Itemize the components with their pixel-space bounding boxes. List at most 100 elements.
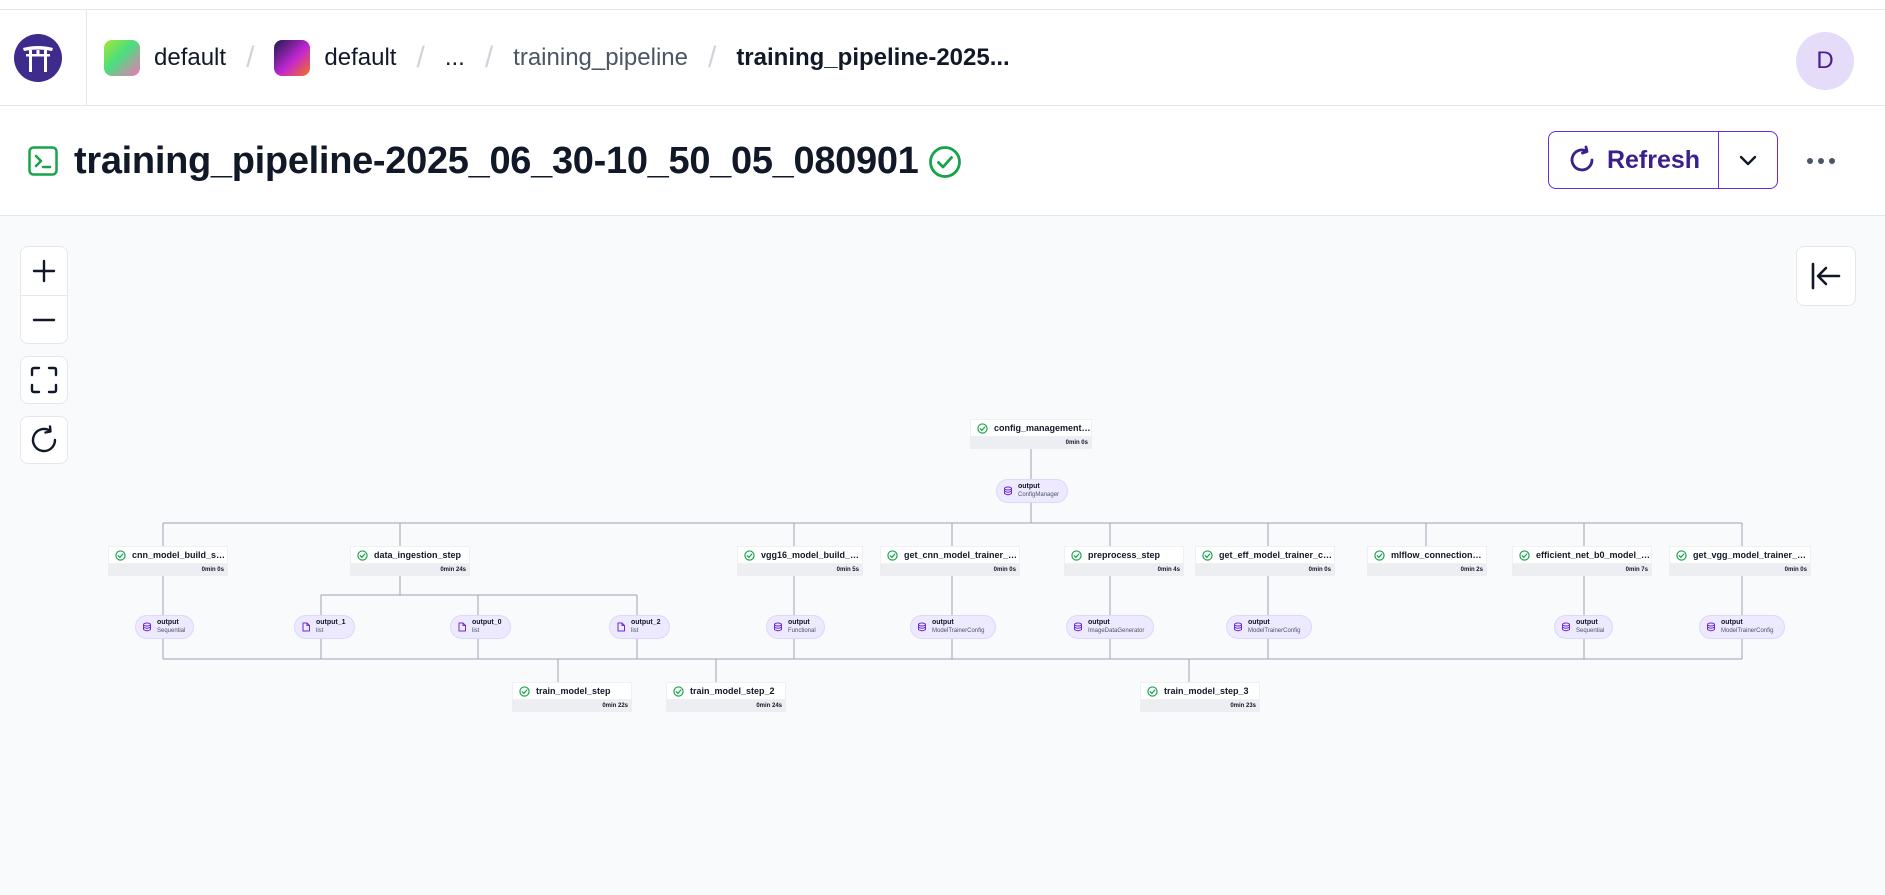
artifact-node-a_pre[interactable]: output ImageDataGenerator xyxy=(1066,615,1154,639)
app-header: default / default / ... / training_pipel… xyxy=(0,10,1885,106)
artifact-type: Sequential xyxy=(1576,628,1605,634)
step-node-geteff[interactable]: get_eff_model_trainer_config... 0min 0s xyxy=(1195,546,1335,576)
artifact-type: list xyxy=(472,628,480,634)
status-completed-icon xyxy=(977,422,988,434)
user-avatar[interactable]: D xyxy=(1796,32,1854,90)
more-dots-icon xyxy=(1807,158,1835,164)
artifact-type: list xyxy=(631,628,639,634)
database-icon xyxy=(1707,622,1715,632)
database-icon xyxy=(1074,622,1082,632)
refresh-button[interactable]: Refresh xyxy=(1549,132,1719,188)
breadcrumb-label: default xyxy=(154,44,227,71)
status-completed-icon xyxy=(357,549,368,561)
step-name: train_model_step xyxy=(536,686,611,696)
zoom-out-button[interactable] xyxy=(21,295,67,344)
artifact-type: Sequential xyxy=(157,628,186,634)
database-icon xyxy=(1234,622,1242,632)
artifact-name: output xyxy=(788,619,810,626)
artifact-type: ConfigManager xyxy=(1018,492,1060,498)
database-icon xyxy=(918,622,926,632)
breadcrumb-pipeline[interactable]: training_pipeline xyxy=(513,44,688,72)
artifact-node-a_o2[interactable]: output_2 list xyxy=(609,615,670,639)
status-completed-icon xyxy=(929,146,961,178)
step-duration: 0min 0s xyxy=(880,564,1020,576)
step-name: data_ingestion_step xyxy=(374,550,462,560)
page-title: training_pipeline-2025_06_30-10_50_05_08… xyxy=(74,140,919,182)
step-duration: 0min 5s xyxy=(737,564,863,576)
dag-canvas[interactable]: config_management_step0min 0s cnn_model_b… xyxy=(0,216,1885,895)
step-duration: 0min 2s xyxy=(1367,564,1487,576)
status-completed-icon xyxy=(1676,549,1687,561)
fit-view-button[interactable] xyxy=(20,356,68,404)
step-duration: 0min 22s xyxy=(512,700,632,712)
fullscreen-icon xyxy=(30,366,58,394)
artifact-node-a_cnn[interactable]: output Sequential xyxy=(135,615,195,639)
artifact-node-a_getvgg[interactable]: output ModelTrainerConfig xyxy=(1699,615,1785,639)
artifact-node-a_cfg[interactable]: output ConfigManager xyxy=(996,479,1069,503)
artifact-type: ModelTrainerConfig xyxy=(1248,628,1301,634)
project-icon xyxy=(274,40,311,76)
run-title-bar: training_pipeline-2025_06_30-10_50_05_08… xyxy=(0,106,1885,216)
artifact-type: ModelTrainerConfig xyxy=(932,628,985,634)
step-node-cnn[interactable]: cnn_model_build_step 0min 0s xyxy=(108,546,228,576)
artifact-name: output xyxy=(1018,483,1040,490)
step-name: get_cnn_model_trainer_confi... xyxy=(904,550,1019,560)
artifact-type: Functional xyxy=(788,628,816,634)
terminal-icon xyxy=(28,146,58,176)
step-duration: 0min 0s xyxy=(108,564,228,576)
artifact-type: ModelTrainerConfig xyxy=(1721,628,1774,634)
status-completed-icon xyxy=(887,549,898,561)
database-icon xyxy=(1562,622,1570,632)
arrow-left-to-line-icon xyxy=(1811,262,1841,290)
artifact-node-a_geteff[interactable]: output ModelTrainerConfig xyxy=(1226,615,1312,639)
status-completed-icon xyxy=(673,685,684,697)
step-node-t1[interactable]: train_model_step 0min 22s xyxy=(512,682,632,712)
step-node-eff[interactable]: efficient_net_b0_model_build... 0min 7s xyxy=(1512,546,1652,576)
artifact-node-a_o1[interactable]: output_1list xyxy=(294,615,355,639)
more-options-button[interactable] xyxy=(1806,146,1836,176)
artifact-node-a_o0[interactable]: output_0 list xyxy=(450,615,511,639)
artifact-type: list xyxy=(316,628,324,634)
status-completed-icon xyxy=(1519,549,1530,561)
step-node-mlflow[interactable]: mlflow_connection_step 0min 2s xyxy=(1367,546,1487,576)
workspace-icon xyxy=(104,40,140,76)
artifact-name: output xyxy=(1721,619,1743,626)
status-completed-icon xyxy=(1202,549,1213,561)
breadcrumb-workspace[interactable]: default xyxy=(104,40,226,76)
step-name: efficient_net_b0_model_build... xyxy=(1536,550,1651,560)
artifact-node-a_vgg[interactable]: output Functional xyxy=(766,615,825,639)
breadcrumb-ellipsis[interactable]: ... xyxy=(445,44,465,72)
step-node-vgg[interactable]: vgg16_model_build_step 0min 5s xyxy=(737,546,863,576)
logo-cell xyxy=(0,10,87,105)
status-completed-icon xyxy=(519,685,530,697)
step-node-t3[interactable]: train_model_step_3 0min 23s xyxy=(1140,682,1260,712)
step-node-getcnn[interactable]: get_cnn_model_trainer_confi... 0min 0s xyxy=(880,546,1020,576)
reset-layout-button[interactable] xyxy=(20,416,68,464)
status-completed-icon xyxy=(115,549,126,561)
artifact-node-a_eff[interactable]: output Sequential xyxy=(1554,615,1614,639)
breadcrumb-project[interactable]: default xyxy=(274,40,396,76)
status-completed-icon xyxy=(1147,685,1158,697)
step-duration: 0min 0s xyxy=(1195,564,1335,576)
step-duration: 0min 23s xyxy=(1140,700,1260,712)
artifact-type: ImageDataGenerator xyxy=(1088,628,1145,634)
minus-icon xyxy=(32,318,56,322)
zoom-in-button[interactable] xyxy=(21,247,67,295)
step-node-t2[interactable]: train_model_step_2 0min 24s xyxy=(666,682,786,712)
breadcrumb-run[interactable]: training_pipeline-2025... xyxy=(736,44,1009,72)
refresh-dropdown-button[interactable] xyxy=(1719,132,1777,188)
breadcrumb-separator: / xyxy=(246,41,255,74)
artifact-name: output_1 xyxy=(316,619,346,626)
artifact-name: output xyxy=(1088,619,1110,626)
step-node-pre[interactable]: preprocess_step 0min 4s xyxy=(1064,546,1184,576)
step-node-getvgg[interactable]: get_vgg_model_trainer_confi... 0min 0s xyxy=(1669,546,1811,576)
collapse-sidebar-button[interactable] xyxy=(1796,246,1856,306)
step-duration: 0min 24s xyxy=(666,700,786,712)
artifact-node-a_getcnn[interactable]: output ModelTrainerConfig xyxy=(910,615,996,639)
chevron-down-icon xyxy=(1739,155,1757,166)
artifact-name: output xyxy=(932,619,954,626)
torii-logo-icon[interactable] xyxy=(14,34,62,82)
step-node-ingest[interactable]: data_ingestion_step 0min 24s xyxy=(350,546,470,576)
breadcrumb: default / default / ... / training_pipel… xyxy=(104,36,1010,80)
step-node-config[interactable]: config_management_step 0min 0s xyxy=(970,419,1092,449)
